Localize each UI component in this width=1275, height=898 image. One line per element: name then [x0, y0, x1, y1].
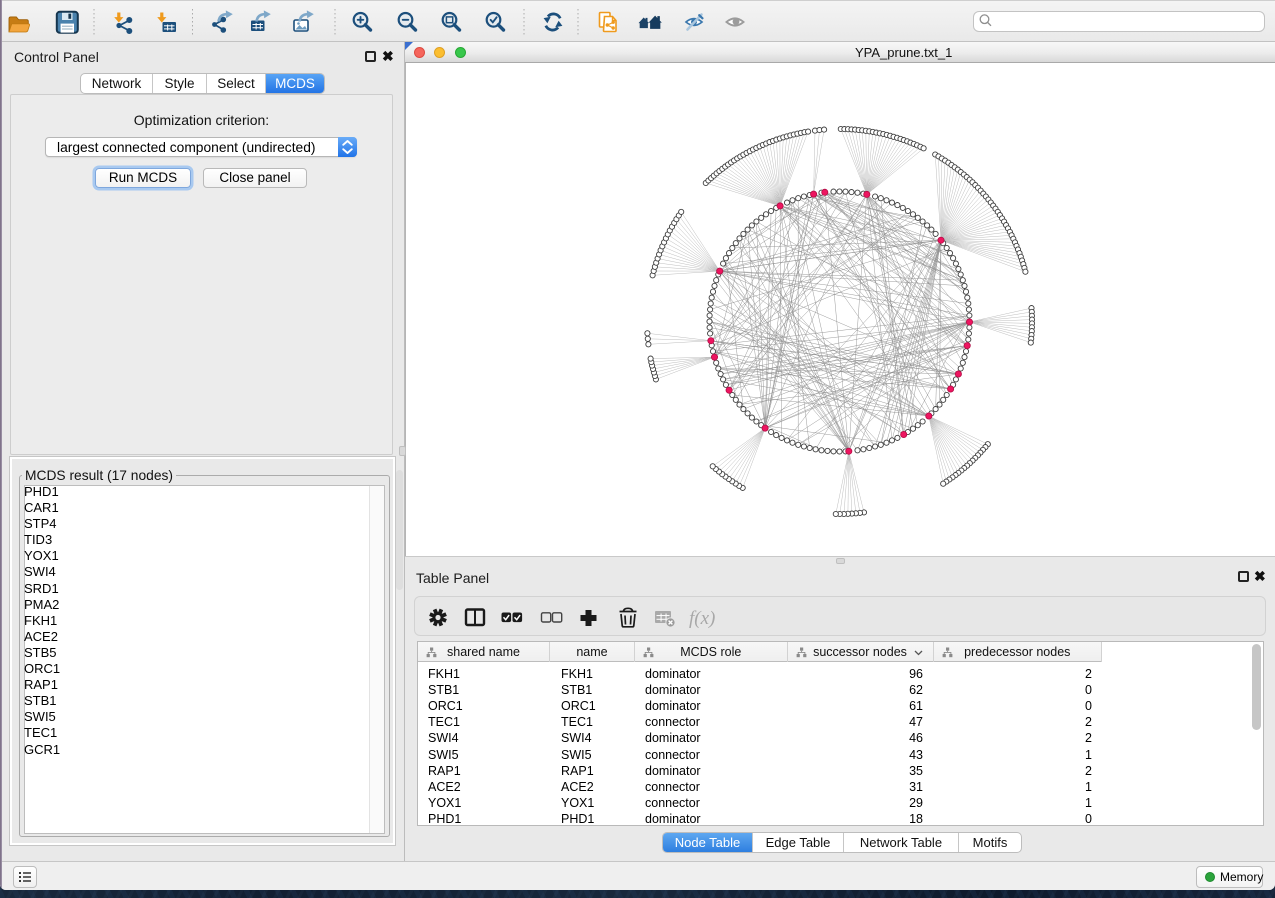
svg-text:f(x): f(x) — [689, 608, 715, 629]
